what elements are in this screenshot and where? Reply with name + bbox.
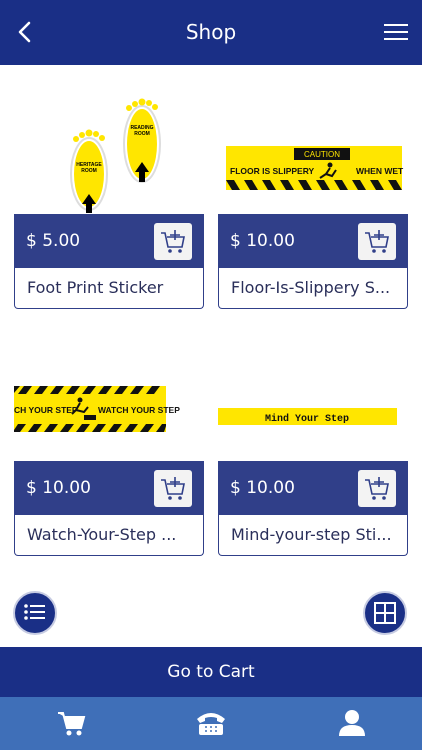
product-card[interactable]: CAUTION FLOOR IS SLIPPERY WHEN WET $ 10.… (218, 66, 408, 311)
sticker-text: WHEN WET (356, 166, 404, 176)
product-price: $ 10.00 (230, 231, 295, 251)
price-bar: $ 10.00 (218, 214, 408, 268)
go-to-cart-button[interactable]: Go to Cart (0, 647, 422, 697)
sticker-text: FLOOR IS SLIPPERY (230, 166, 315, 176)
price-bar: $ 10.00 (14, 461, 204, 515)
product-name: Floor-Is-Slippery S... (231, 278, 391, 297)
product-price: $ 10.00 (26, 478, 91, 498)
footprint-sticker-image[interactable]: HERITAGE ROOM READING ROOM (14, 66, 204, 216)
product-name: Mind-your-step Sti... (231, 525, 392, 544)
product-card[interactable]: CH YOUR STEP WATCH YOUR STEP $ 10.00 Wat… (14, 313, 204, 558)
product-card[interactable]: Mind Your Step $ 10.00 Mind-your-step St… (218, 313, 408, 558)
bottom-tab-bar (0, 697, 422, 750)
user-icon (339, 710, 365, 736)
sticker-text: ROOM (81, 168, 97, 174)
grid-view-button[interactable] (363, 591, 407, 635)
tab-phone[interactable] (141, 697, 281, 750)
add-to-cart-button[interactable] (358, 223, 396, 260)
product-name-box[interactable]: Floor-Is-Slippery S... (218, 268, 408, 309)
grid-view-icon (374, 602, 396, 624)
mind-your-step-image[interactable]: Mind Your Step (218, 313, 408, 463)
product-name: Foot Print Sticker (27, 278, 164, 297)
caution-floor-slippery-image[interactable]: CAUTION FLOOR IS SLIPPERY WHEN WET (218, 66, 408, 216)
product-price: $ 10.00 (230, 478, 295, 498)
tab-cart[interactable] (0, 697, 140, 750)
sticker-text: Mind Your Step (265, 413, 349, 425)
price-bar: $ 10.00 (218, 461, 408, 515)
watch-your-step-image[interactable]: CH YOUR STEP WATCH YOUR STEP (14, 313, 204, 463)
tab-profile[interactable] (282, 697, 422, 750)
sticker-text: CH YOUR STEP (14, 405, 78, 415)
sticker-text: CAUTION (304, 150, 340, 159)
add-to-cart-icon (365, 477, 389, 500)
price-bar: $ 5.00 (14, 214, 204, 268)
add-to-cart-button[interactable] (154, 470, 192, 507)
product-card[interactable]: HERITAGE ROOM READING ROOM $ 5.00 Foot P… (14, 66, 204, 311)
shop-screen: Shop HERITAGE ROOM READING ROOM $ 5.00 F… (0, 0, 422, 750)
product-price: $ 5.00 (26, 231, 81, 251)
add-to-cart-icon (365, 230, 389, 253)
add-to-cart-icon (161, 230, 185, 253)
header: Shop (0, 0, 422, 65)
add-to-cart-button[interactable] (358, 470, 396, 507)
add-to-cart-button[interactable] (154, 223, 192, 260)
page-title: Shop (185, 20, 237, 44)
product-name-box[interactable]: Mind-your-step Sti... (218, 515, 408, 556)
list-view-button[interactable] (13, 591, 57, 635)
add-to-cart-icon (161, 477, 185, 500)
hamburger-menu-icon[interactable] (384, 22, 408, 42)
product-name: Watch-Your-Step ... (27, 525, 177, 544)
product-name-box[interactable]: Foot Print Sticker (14, 268, 204, 309)
phone-icon (197, 713, 225, 735)
cart-icon (58, 712, 86, 736)
sticker-text: ROOM (134, 131, 150, 137)
list-view-icon (24, 604, 45, 620)
sticker-text: WATCH YOUR STEP (98, 405, 180, 415)
product-name-box[interactable]: Watch-Your-Step ... (14, 515, 204, 556)
